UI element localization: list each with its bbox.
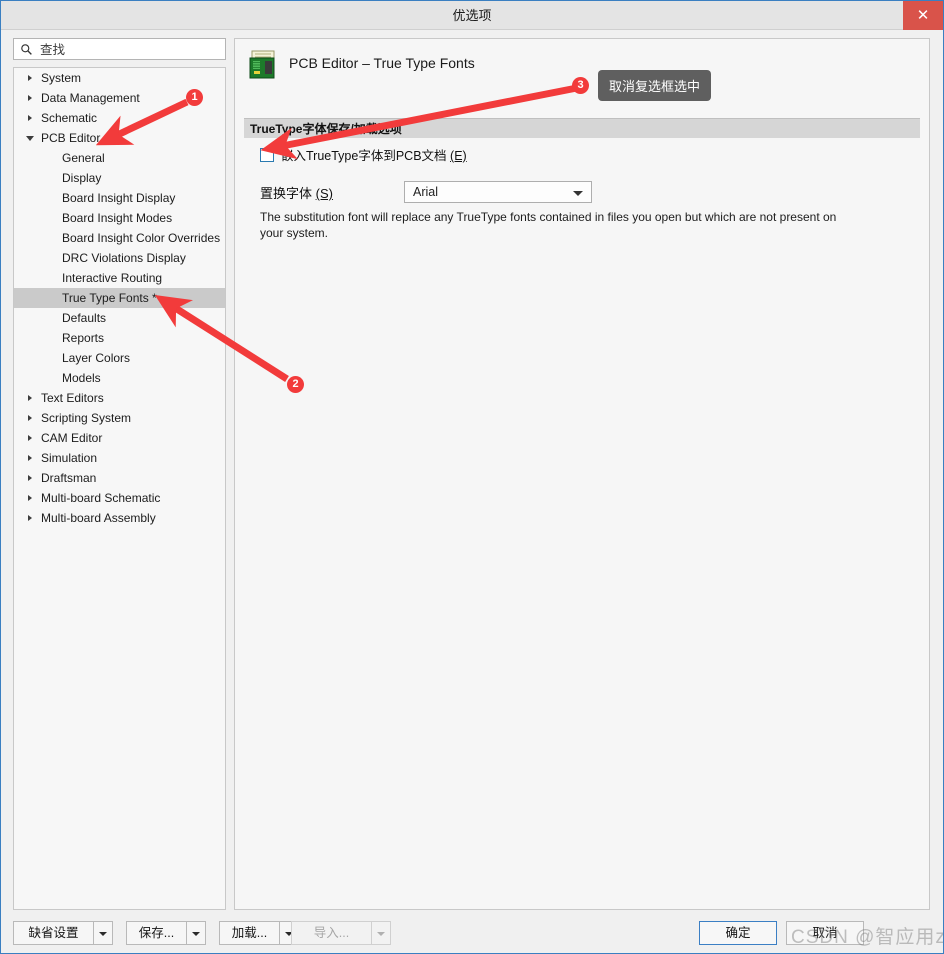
sidebar-item-label: Interactive Routing: [62, 271, 163, 285]
chevron-right-icon[interactable]: [28, 435, 32, 441]
annotation-callout-3: 取消复选框选中: [598, 70, 712, 101]
embed-fonts-checkbox[interactable]: [260, 148, 274, 162]
sidebar-item-label: Layer Colors: [62, 351, 131, 365]
sidebar-item-label: Multi-board Assembly: [41, 511, 156, 525]
chevron-right-icon[interactable]: [28, 415, 32, 421]
sidebar-item-label: Board Insight Modes: [62, 211, 173, 225]
sidebar-item-label: Board Insight Display: [62, 191, 176, 205]
section-header-label: TrueType字体保存/加载选项: [250, 122, 402, 136]
sidebar-item-label: System: [41, 71, 82, 85]
chevron-down-icon[interactable]: [26, 136, 34, 141]
chevron-right-icon[interactable]: [28, 95, 32, 101]
sidebar-item-interactive-routing[interactable]: Interactive Routing: [14, 268, 225, 288]
sidebar-item-label: Reports: [62, 331, 105, 345]
sidebar-item-board-insight-color-overrides[interactable]: Board Insight Color Overrides: [14, 228, 225, 248]
embed-fonts-label: 嵌入TrueType字体到PCB文档 (E): [281, 147, 467, 165]
sidebar-item-label: PCB Editor: [41, 131, 101, 145]
sidebar-item-defaults[interactable]: Defaults: [14, 308, 225, 328]
import-dropdown-arrow: [371, 921, 391, 945]
sidebar-item-scripting-system[interactable]: Scripting System: [14, 408, 225, 428]
page-title: PCB Editor – True Type Fonts: [289, 55, 475, 71]
sidebar-item-multi-board-assembly[interactable]: Multi-board Assembly: [14, 508, 225, 528]
sidebar-item-layer-colors[interactable]: Layer Colors: [14, 348, 225, 368]
window-title: 优选项: [452, 8, 492, 23]
annotation-badge-3: 3: [572, 77, 589, 94]
substitution-font-label-text: 置换字体: [260, 186, 313, 201]
help-text: The substitution font will replace any T…: [260, 210, 837, 240]
search-input[interactable]: [38, 39, 223, 61]
chevron-right-icon[interactable]: [28, 455, 32, 461]
section-header-bar: TrueType字体保存/加载选项: [244, 118, 920, 138]
watermark: CSDN @智应用zb: [791, 927, 944, 948]
sidebar-item-label: True Type Fonts *: [62, 291, 157, 305]
save-button[interactable]: 保存...: [126, 921, 186, 945]
sidebar-item-label: Draftsman: [41, 471, 97, 485]
close-button[interactable]: ✕: [903, 1, 943, 30]
search-box[interactable]: [13, 38, 226, 61]
sidebar-item-label: DRC Violations Display: [62, 251, 186, 265]
sidebar-item-pcb-editor[interactable]: PCB Editor: [14, 128, 225, 148]
sidebar-item-display[interactable]: Display: [14, 168, 225, 188]
load-button[interactable]: 加载...: [219, 921, 279, 945]
content-pane: PCB Editor – True Type Fonts TrueType字体保…: [234, 38, 930, 910]
embed-fonts-label-text: 嵌入TrueType字体到PCB文档: [281, 149, 447, 163]
substitution-font-label: 置换字体 (S): [260, 183, 333, 202]
annotation-badge-1: 1: [186, 89, 203, 106]
chevron-right-icon[interactable]: [28, 495, 32, 501]
dialog-body: System Data Management Schematic PCB Editor…: [1, 30, 943, 911]
title-bar: 优选项 ✕: [1, 1, 943, 30]
sidebar-item-system[interactable]: System: [14, 68, 225, 88]
sidebar-item-draftsman[interactable]: Draftsman: [14, 468, 225, 488]
sidebar-item-simulation[interactable]: Simulation: [14, 448, 225, 468]
sidebar-item-true-type-fonts[interactable]: True Type Fonts *: [14, 288, 225, 308]
sidebar-item-label: CAM Editor: [41, 431, 103, 445]
settings-tree[interactable]: System Data Management Schematic PCB Editor…: [13, 67, 226, 910]
sidebar-item-label: Defaults: [62, 311, 107, 325]
sidebar-item-drc-violations-display[interactable]: DRC Violations Display: [14, 248, 225, 268]
sidebar-item-board-insight-modes[interactable]: Board Insight Modes: [14, 208, 225, 228]
sidebar-item-multi-board-schematic[interactable]: Multi-board Schematic: [14, 488, 225, 508]
sidebar-pane: System Data Management Schematic PCB Editor…: [13, 38, 228, 911]
chevron-right-icon[interactable]: [28, 395, 32, 401]
chevron-down-icon: [99, 932, 107, 936]
sidebar-item-text-editors[interactable]: Text Editors: [14, 388, 225, 408]
preferences-dialog: 优选项 ✕ System Data Management Schematic PCB …: [0, 0, 944, 954]
search-icon: [21, 44, 32, 55]
sidebar-item-models[interactable]: Models: [14, 368, 225, 388]
substitution-font-mnemonic: (S): [315, 186, 333, 201]
sidebar-item-label: Data Management: [41, 91, 140, 105]
defaults-button[interactable]: 缺省设置: [13, 921, 93, 945]
sidebar-item-label: Board Insight Color Overrides: [62, 231, 221, 245]
sidebar-item-label: Display: [62, 171, 102, 185]
chevron-right-icon[interactable]: [28, 515, 32, 521]
save-dropdown-arrow[interactable]: [186, 921, 206, 945]
sidebar-item-label: Schematic: [41, 111, 98, 125]
chevron-down-icon: [573, 191, 583, 196]
sidebar-item-general[interactable]: General: [14, 148, 225, 168]
substitution-font-value: Arial: [413, 185, 439, 199]
sidebar-item-label: Scripting System: [41, 411, 132, 425]
sidebar-item-label: General: [62, 151, 105, 165]
sidebar-item-cam-editor[interactable]: CAM Editor: [14, 428, 225, 448]
chevron-right-icon[interactable]: [28, 75, 32, 81]
sidebar-item-label: Text Editors: [41, 391, 104, 405]
import-button: 导入...: [291, 921, 371, 945]
sidebar-item-reports[interactable]: Reports: [14, 328, 225, 348]
sidebar-item-board-insight-display[interactable]: Board Insight Display: [14, 188, 225, 208]
chevron-down-icon: [377, 932, 385, 936]
defaults-dropdown-arrow[interactable]: [93, 921, 113, 945]
embed-fonts-mnemonic: (E): [450, 149, 467, 163]
chevron-right-icon[interactable]: [28, 115, 32, 121]
sidebar-item-label: Models: [62, 371, 101, 385]
annotation-badge-2: 2: [287, 376, 304, 393]
ok-button[interactable]: 确定: [699, 921, 777, 945]
sidebar-item-label: Simulation: [41, 451, 98, 465]
sidebar-item-label: Multi-board Schematic: [41, 491, 161, 505]
pcb-board-icon: [249, 50, 275, 79]
sidebar-item-schematic[interactable]: Schematic: [14, 108, 225, 128]
chevron-right-icon[interactable]: [28, 475, 32, 481]
substitution-font-select[interactable]: Arial: [404, 181, 592, 203]
chevron-down-icon: [192, 932, 200, 936]
